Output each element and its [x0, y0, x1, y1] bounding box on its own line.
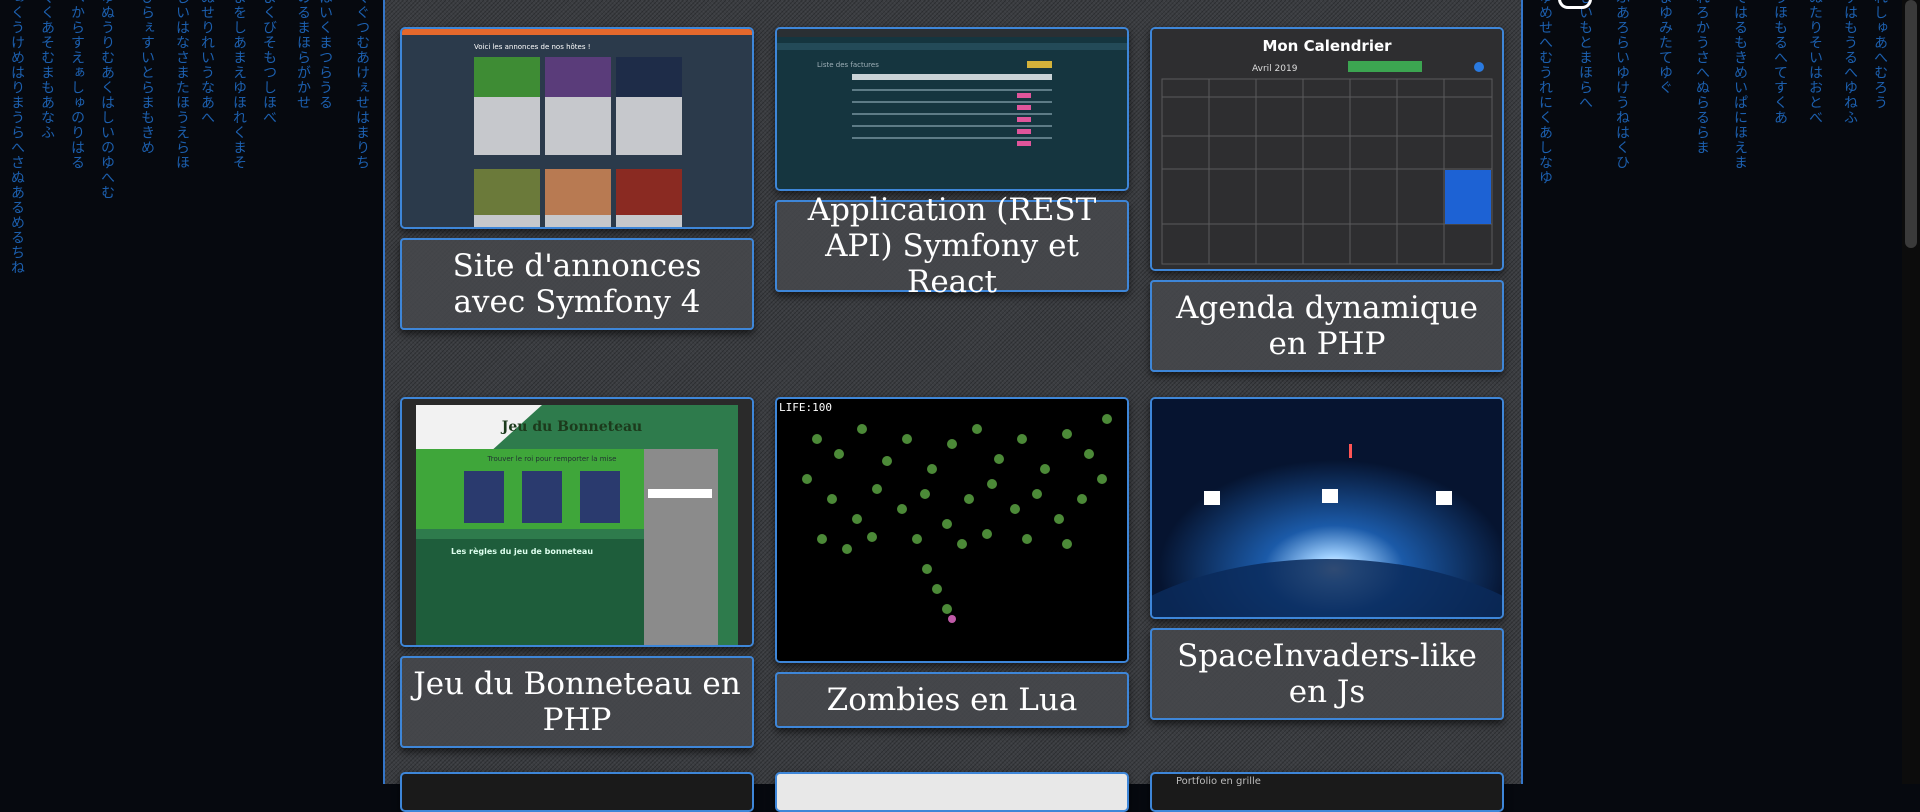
portfolio-panel: Voici les annonces de nos hôtes ! Site d… [383, 0, 1592, 812]
project-card-partial-1[interactable] [400, 772, 754, 812]
project-card-zombies[interactable]: LIFE:100 [775, 397, 1129, 663]
page-scrollbar[interactable] [1902, 0, 1920, 784]
scrollbar-thumb[interactable] [1905, 0, 1917, 248]
project-card-spaceinvaders[interactable] [1150, 397, 1504, 619]
matrix-background-left: ぁくうけめはりまうらへさぬあるめるちね ぐくあそむまもあなふ へからすえぁしゅの… [9, 0, 370, 275]
zombies-life-hud: LIFE:100 [779, 401, 832, 414]
zombies-screenshot: LIFE:100 [777, 399, 1127, 661]
project-card-partial-2[interactable] [775, 772, 1129, 812]
rest-api-heading: Liste des factures [817, 61, 879, 69]
matrix-background-right: ゆめせへむうれにくあしなゆ しいもとまほらへ ふあろらいゆけうねはくひ まゆみた… [1537, 0, 1888, 185]
bonneteau-heading: Jeu du Bonneteau [500, 419, 643, 435]
bonneteau-rules-heading: Les règles du jeu de bonneteau [451, 546, 593, 556]
bonneteau-subheading: Trouver le roi pour remporter la mise [487, 455, 617, 463]
annonces-heading: Voici les annonces de nos hôtes ! [474, 43, 591, 51]
section-title-fragment [1558, 0, 1592, 9]
project-card-agenda[interactable]: Mon Calendrier Avril 2019 [1150, 27, 1504, 271]
rest-api-screenshot: Liste des factures [777, 29, 1127, 189]
agenda-month: Avril 2019 [1252, 64, 1298, 74]
agenda-heading: Mon Calendrier [1262, 37, 1392, 55]
project-card-partial-3[interactable]: Portfolio en grille [1150, 772, 1504, 812]
project-card-annonces[interactable]: Voici les annonces de nos hôtes ! [400, 27, 754, 229]
project-title-rest-api[interactable]: Application (REST API) Symfony et React [775, 192, 1129, 300]
project-card-bonneteau[interactable]: Jeu du Bonneteau Trouver le roi pour rem… [400, 397, 754, 647]
bonneteau-screenshot: Jeu du Bonneteau Trouver le roi pour rem… [402, 399, 752, 645]
project-card-rest-api[interactable]: Liste des factures [775, 27, 1129, 191]
project-title-zombies[interactable]: Zombies en Lua [775, 672, 1129, 728]
partial-card-label: Portfolio en grille [1176, 776, 1261, 787]
project-title-spaceinvaders[interactable]: SpaceInvaders-like en Js [1150, 628, 1504, 720]
spaceinvaders-screenshot [1152, 399, 1502, 617]
project-title-bonneteau[interactable]: Jeu du Bonneteau en PHP [400, 656, 754, 748]
annonces-screenshot: Voici les annonces de nos hôtes ! [402, 29, 752, 227]
project-title-agenda[interactable]: Agenda dynamique en PHP [1150, 280, 1504, 372]
agenda-screenshot: Mon Calendrier Avril 2019 [1152, 29, 1502, 269]
project-title-annonces[interactable]: Site d'annonces avec Symfony 4 [400, 238, 754, 330]
